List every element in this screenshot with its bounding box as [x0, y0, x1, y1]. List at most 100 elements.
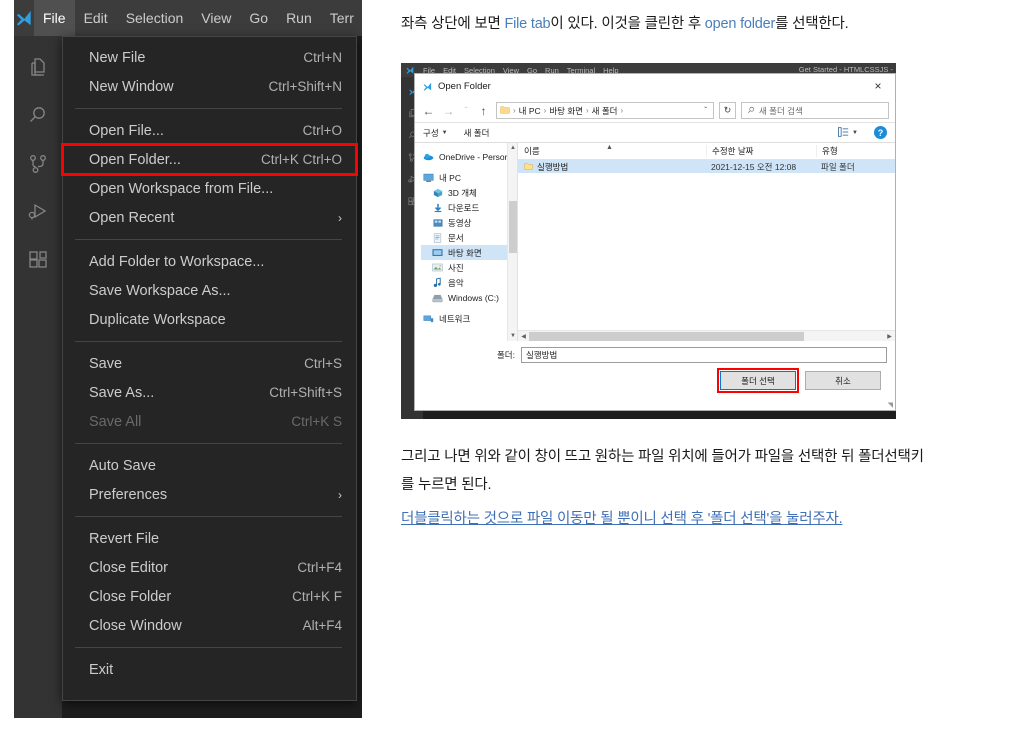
- menu-item-open-workspace-from-file[interactable]: Open Workspace from File...: [63, 174, 356, 203]
- up-icon[interactable]: ↑: [476, 104, 491, 118]
- this-pc-icon: [423, 172, 434, 183]
- menu-separator: [75, 239, 342, 240]
- search-icon[interactable]: [14, 92, 62, 140]
- hscrollbar-thumb[interactable]: [529, 332, 804, 341]
- file-list-hscrollbar[interactable]: ◀ ▶: [518, 330, 895, 341]
- menu-item-revert-file[interactable]: Revert File: [63, 524, 356, 553]
- breadcrumb-item-2[interactable]: 새 폴더: [592, 105, 618, 117]
- scroll-down-icon[interactable]: ▼: [508, 331, 518, 341]
- vscode-logo-icon: [14, 0, 34, 36]
- menu-item-label: Duplicate Workspace: [89, 311, 226, 328]
- close-icon[interactable]: ×: [865, 77, 891, 95]
- cancel-button[interactable]: 취소: [805, 371, 881, 390]
- sidebar-item-9[interactable]: Windows (C:): [421, 290, 517, 305]
- sidebar-item-1[interactable]: 내 PC: [421, 170, 517, 185]
- dialog-address-bar: ← → ˇ ↑ › 내 PC › 바탕 화면 › 새 폴더 › ˇ ↻ 새 폴더…: [415, 99, 895, 122]
- sidebar-item-3[interactable]: 다운로드: [421, 200, 517, 215]
- scroll-up-icon[interactable]: ▲: [508, 143, 518, 153]
- menu-item-auto-save[interactable]: Auto Save: [63, 451, 356, 480]
- organize-button[interactable]: 구성 ▼: [423, 127, 448, 139]
- breadcrumb-item-1[interactable]: 바탕 화면: [549, 105, 583, 117]
- folder-name-input[interactable]: 실행방법: [521, 347, 887, 363]
- help-icon[interactable]: ?: [874, 126, 887, 139]
- menu-item-new-file[interactable]: New File Ctrl+N: [63, 43, 356, 72]
- scroll-left-icon[interactable]: ◀: [518, 331, 529, 342]
- sidebar-item-8[interactable]: 음악: [421, 275, 517, 290]
- chevron-down-icon[interactable]: ˇ: [704, 106, 710, 115]
- breadcrumb[interactable]: › 내 PC › 바탕 화면 › 새 폴더 › ˇ: [496, 102, 714, 119]
- scroll-right-icon[interactable]: ▶: [884, 331, 895, 342]
- sidebar-item-2[interactable]: 3D 개체: [421, 185, 517, 200]
- breadcrumb-sep-3: ›: [620, 106, 624, 115]
- column-header-type[interactable]: 유형: [816, 145, 886, 157]
- menu-item-save-all: Save All Ctrl+K S: [63, 407, 356, 436]
- extensions-icon[interactable]: [14, 236, 62, 284]
- menu-item-save-as[interactable]: Save As... Ctrl+Shift+S: [63, 378, 356, 407]
- menu-item-open-file[interactable]: Open File... Ctrl+O: [63, 116, 356, 145]
- menu-item-add-folder-to-workspace[interactable]: Add Folder to Workspace...: [63, 247, 356, 276]
- sidebar-item-0[interactable]: OneDrive - Persor: [421, 149, 517, 164]
- menu-item-close-editor[interactable]: Close Editor Ctrl+F4: [63, 553, 356, 582]
- sidebar-item-7[interactable]: 사진: [421, 260, 517, 275]
- source-control-icon[interactable]: [14, 140, 62, 188]
- resize-grip-icon[interactable]: ◥: [888, 401, 893, 409]
- menu-item-preferences[interactable]: Preferences ›: [63, 480, 356, 509]
- menu-item-duplicate-workspace[interactable]: Duplicate Workspace: [63, 305, 356, 334]
- table-row[interactable]: 실행방법 2021-12-15 오전 12:08 파일 폴더: [518, 160, 895, 173]
- column-header-modified[interactable]: 수정한 날짜: [706, 145, 816, 157]
- forward-icon[interactable]: →: [441, 104, 456, 118]
- recent-locations-icon[interactable]: ˇ: [461, 106, 471, 115]
- new-folder-button[interactable]: 새 폴더: [464, 127, 490, 139]
- dialog-title-bar: Open Folder ×: [415, 74, 895, 99]
- onedrive-icon: [423, 151, 434, 162]
- documents-icon: [432, 232, 443, 243]
- paragraph-body-line1: 그리고 나면 위와 같이 창이 뜨고 원하는 파일 위치에 들어가 파일을 선택…: [401, 449, 924, 465]
- sidebar-scrollbar[interactable]: ▲ ▼: [507, 143, 517, 341]
- search-input[interactable]: 새 폴더 검색: [741, 102, 889, 119]
- menu-item-save-workspace-as[interactable]: Save Workspace As...: [63, 276, 356, 305]
- sidebar-item-10[interactable]: 네트워크: [421, 311, 517, 326]
- menubar-item-run[interactable]: Run: [277, 0, 321, 36]
- run-and-debug-icon[interactable]: [14, 188, 62, 236]
- paragraph-body-line2: 를 누르면 된다.: [401, 477, 492, 493]
- column-header-name[interactable]: 이름 ▲: [518, 144, 706, 157]
- menu-item-open-folder[interactable]: Open Folder... Ctrl+K Ctrl+O: [61, 143, 358, 176]
- sidebar-item-6[interactable]: 바탕 화면: [421, 245, 517, 260]
- desktop-icon: [432, 247, 443, 258]
- menubar-item-selection[interactable]: Selection: [117, 0, 193, 36]
- menubar-item-file[interactable]: File: [34, 0, 75, 36]
- file-dropdown-menu[interactable]: New File Ctrl+N New Window Ctrl+Shift+N Open…: [61, 36, 358, 701]
- dialog-file-list: 이름 ▲ 수정한 날짜 유형 실행방법 2021-12-15 오전 12:08 파일…: [518, 143, 895, 341]
- menu-item-label: Auto Save: [89, 457, 156, 474]
- view-mode-button[interactable]: ▼: [838, 126, 858, 139]
- menu-item-close-window[interactable]: Close Window Alt+F4: [63, 611, 356, 640]
- dialog-vscode-icon: [422, 81, 433, 92]
- breadcrumb-item-0[interactable]: 내 PC: [519, 105, 541, 117]
- embedded-open-folder-screenshot: File Edit Selection View Go Run Terminal Help G…: [401, 63, 896, 419]
- menu-item-open-recent[interactable]: Open Recent ›: [63, 203, 356, 232]
- menubar-item-go[interactable]: Go: [240, 0, 277, 36]
- menu-item-shortcut: Ctrl+K Ctrl+O: [260, 152, 342, 167]
- select-folder-button[interactable]: 폴더 선택: [720, 371, 796, 390]
- vscode-menu-bar[interactable]: File Edit Selection View Go Run Terr: [34, 0, 362, 36]
- menubar-item-view[interactable]: View: [192, 0, 240, 36]
- menu-item-close-folder[interactable]: Close Folder Ctrl+K F: [63, 582, 356, 611]
- explorer-icon[interactable]: [14, 44, 62, 92]
- menu-item-save[interactable]: Save Ctrl+S: [63, 349, 356, 378]
- menubar-item-terr[interactable]: Terr: [321, 0, 362, 36]
- search-icon: [747, 106, 755, 116]
- note-link[interactable]: 더블클릭하는 것으로 파일 이동만 될 뿐이니 선택 후 '폴더 선택'을 눌러…: [401, 505, 1022, 533]
- back-icon[interactable]: ←: [421, 104, 436, 118]
- menubar-item-edit[interactable]: Edit: [75, 0, 117, 36]
- sidebar-item-label: 네트워크: [439, 313, 471, 324]
- sidebar-item-5[interactable]: 문서: [421, 230, 517, 245]
- menu-item-shortcut: Ctrl+Shift+S: [269, 385, 342, 400]
- menu-item-new-window[interactable]: New Window Ctrl+Shift+N: [63, 72, 356, 101]
- scrollbar-thumb[interactable]: [509, 201, 517, 253]
- refresh-icon[interactable]: ↻: [719, 102, 736, 119]
- menu-item-label: Add Folder to Workspace...: [89, 253, 265, 270]
- sidebar-item-label: 음악: [448, 277, 464, 288]
- menu-item-exit[interactable]: Exit: [63, 655, 356, 684]
- cell-name: 실행방법: [518, 161, 706, 173]
- sidebar-item-4[interactable]: 동영상: [421, 215, 517, 230]
